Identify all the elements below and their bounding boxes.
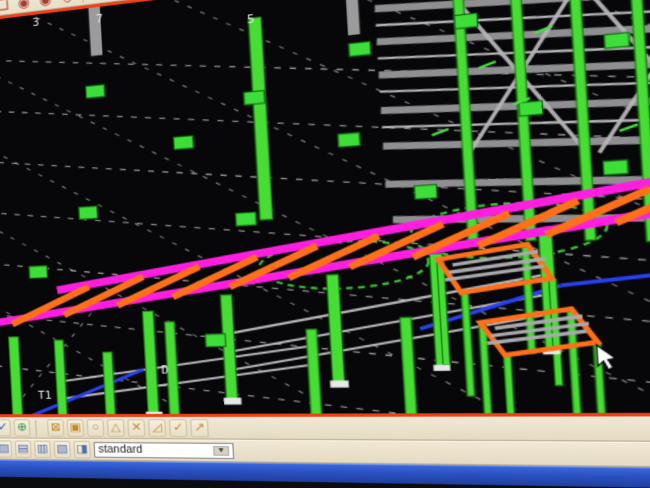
toolbar-button-icon[interactable]: ⊠ [94,0,114,1]
toolbar-button-icon[interactable]: ✕ [127,419,145,437]
status-bar-spacer [237,451,650,456]
photo-of-monitor: ❏❏◉◉⦸⊠□○△✕⌐Σʒ✓↗∞▼✲■▮▮◪◪❙▬⌁╱↜≫❘ ▦▤▩▦▤▦ 37… [0,0,650,488]
toolbar-button-icon[interactable]: ⊕ [14,419,31,436]
toolbar-button-icon[interactable]: ◉ [36,0,55,8]
combo-arrow-icon[interactable]: ▼ [213,446,229,456]
toolbar-button-icon[interactable]: ⦸ [58,0,78,5]
svg-text:3: 3 [32,15,39,29]
toolbar-button-icon[interactable]: ○ [87,419,105,437]
toolbar-button-icon[interactable]: ❏ [0,0,12,13]
svg-text:T1: T1 [38,389,52,402]
toolbar-button-icon[interactable]: △ [107,419,125,437]
svg-text:7: 7 [96,12,104,26]
toolbar-button-icon[interactable]: ▣ [67,419,85,437]
toolbar-button-icon[interactable]: ◉ [14,0,33,11]
toolbar-button-icon[interactable]: ▤ [15,441,32,458]
toolbar-separator [82,0,90,3]
toolbar-button-icon[interactable]: ✓ [169,419,188,437]
monitor: ❏❏◉◉⦸⊠□○△✕⌐Σʒ✓↗∞▼✲■▮▮◪◪❙▬⌁╱↜≫❘ ▦▤▩▦▤▦ 37… [0,0,650,488]
toolbar-button-icon[interactable]: ↗ [190,419,209,437]
snap-toolbar-icons: ✓⊕⊠▣○△✕◿✓↗ [0,419,209,437]
svg-text:D: D [161,363,169,377]
selection-toolbar-icons: ▨▤▥▧◨ [0,440,91,458]
toolbar-button-icon[interactable]: ▥ [34,441,51,459]
gray-stub-columns [88,0,360,63]
toolbar-separator [35,420,42,436]
toolbar-button-icon[interactable]: ✓ [0,419,11,436]
toolbar-button-icon[interactable]: ◿ [148,419,166,437]
toolbar-button-icon[interactable]: ◨ [73,441,91,459]
toolbar-button-icon[interactable]: ▧ [54,441,71,459]
model-canvas[interactable]: 375D7ET1D [0,0,650,414]
model-viewport[interactable]: 375D7ET1D [0,0,650,417]
selection-filter-combo[interactable]: standard ▼ [93,442,234,459]
cad-application-window: ❏❏◉◉⦸⊠□○△✕⌐Σʒ✓↗∞▼✲■▮▮◪◪❙▬⌁╱↜≫❘ ▦▤▩▦▤▦ 37… [0,0,650,488]
toolbar-button-icon[interactable]: ▨ [0,440,12,457]
selection-filter-value: standard [98,444,143,456]
svg-text:5: 5 [247,12,255,27]
toolbar-button-icon[interactable]: ⊠ [47,419,64,436]
snap-toolbar-spacer [212,428,650,429]
